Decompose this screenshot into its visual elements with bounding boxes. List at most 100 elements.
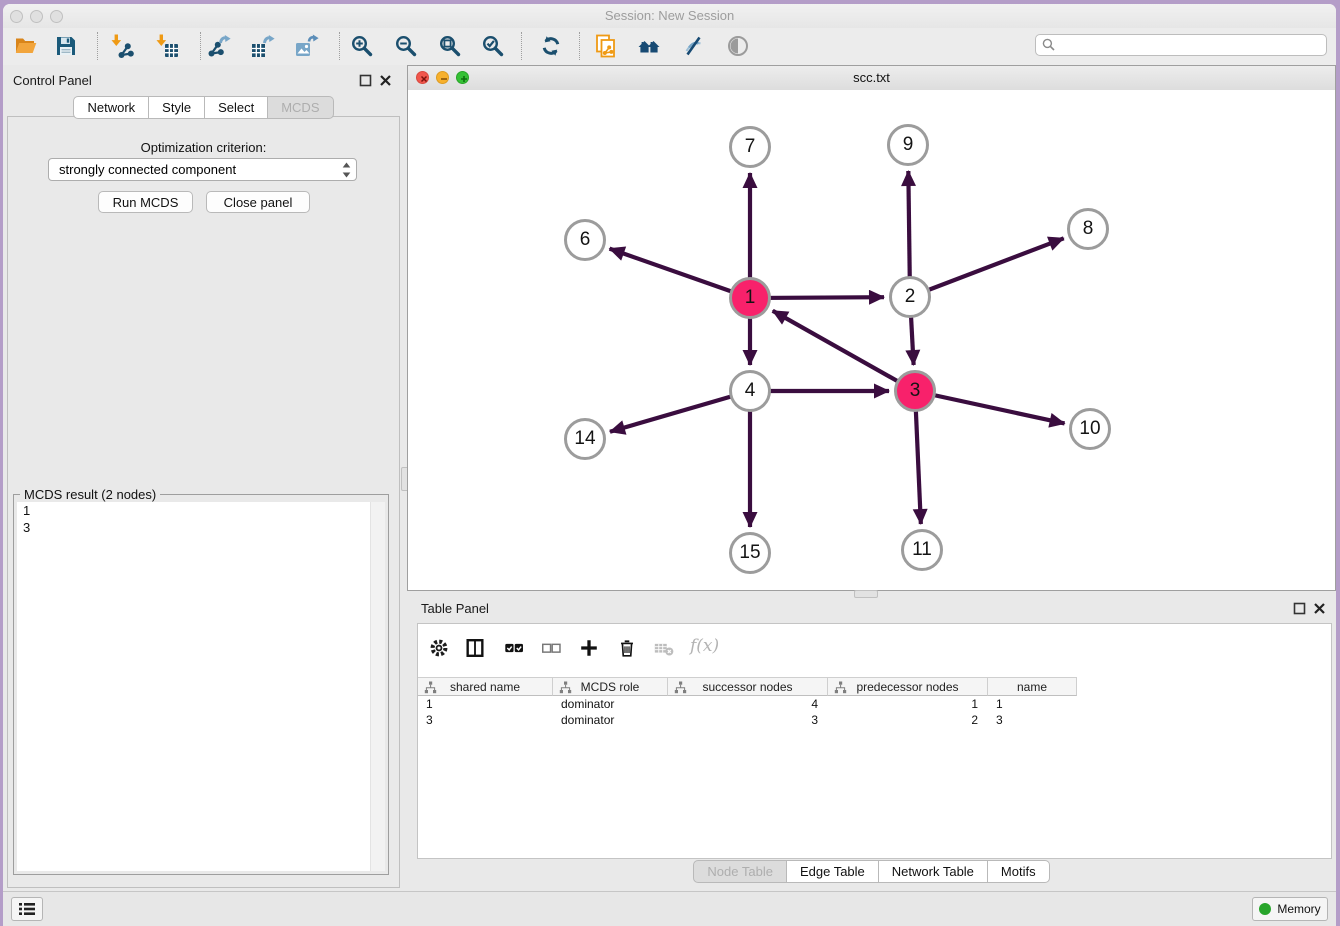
graph-node-3[interactable]: 3 — [894, 370, 936, 412]
search-icon — [1042, 38, 1055, 51]
search-input[interactable] — [1060, 36, 1322, 54]
columns-icon — [464, 637, 486, 659]
main-area: Control Panel NetworkStyleSelectMCDS Opt… — [3, 65, 1336, 892]
export-table-button[interactable] — [250, 33, 276, 59]
hide-details-button[interactable] — [680, 33, 706, 59]
memory-label: Memory — [1277, 902, 1320, 916]
table-cell[interactable]: 3 — [988, 712, 1077, 728]
app-window: Session: New Session — [3, 4, 1336, 926]
column-header-shared-name[interactable]: shared name — [418, 677, 553, 696]
deselect-all-icon — [540, 637, 562, 659]
save-session-button[interactable] — [53, 33, 79, 59]
table-cell[interactable]: dominator — [553, 696, 668, 712]
float-panel-icon[interactable] — [359, 74, 372, 87]
import-table-button[interactable] — [154, 33, 180, 59]
table-cell[interactable]: dominator — [553, 712, 668, 728]
clone-network-button[interactable] — [593, 33, 619, 59]
column-header-predecessor-nodes[interactable]: predecessor nodes — [828, 677, 988, 696]
table-cell[interactable]: 1 — [988, 696, 1077, 712]
delete-table-icon — [653, 637, 675, 659]
control-panel-title: Control Panel — [13, 73, 92, 88]
result-scrollbar[interactable] — [370, 502, 385, 871]
column-header-successor-nodes[interactable]: successor nodes — [668, 677, 828, 696]
graph-node-6[interactable]: 6 — [564, 219, 606, 261]
table-cell[interactable]: 4 — [668, 696, 828, 712]
main-toolbar — [3, 28, 1336, 66]
status-bar: Memory — [3, 891, 1336, 926]
run-mcds-button[interactable]: Run MCDS — [98, 191, 193, 213]
graph-node-10[interactable]: 10 — [1069, 408, 1111, 450]
show-column-button[interactable] — [462, 635, 488, 661]
home-button[interactable] — [636, 33, 662, 59]
graph-node-2[interactable]: 2 — [889, 276, 931, 318]
zoom-fit-button[interactable] — [437, 33, 463, 59]
table-cell[interactable]: 1 — [418, 696, 553, 712]
zoom-out-button[interactable] — [393, 33, 419, 59]
graph-edge-2-8[interactable] — [910, 238, 1064, 297]
horizontal-splitter-handle[interactable] — [854, 590, 878, 598]
mcds-result-line: 1 — [17, 502, 385, 519]
criterion-dropdown-value: strongly connected component — [59, 162, 236, 177]
column-header-name[interactable]: name — [988, 677, 1077, 696]
tab-node-table[interactable]: Node Table — [693, 860, 787, 883]
graph-edge-3-10[interactable] — [915, 391, 1065, 423]
search-field[interactable] — [1035, 34, 1327, 56]
add-row-button[interactable] — [576, 635, 602, 661]
graph-edge-1-6[interactable] — [610, 249, 750, 298]
graph-node-1[interactable]: 1 — [729, 277, 771, 319]
graph-node-9[interactable]: 9 — [887, 124, 929, 166]
tab-network[interactable]: Network — [73, 96, 149, 119]
import-network-button[interactable] — [109, 33, 135, 59]
task-history-button[interactable] — [11, 897, 43, 921]
control-panel-tabs: NetworkStyleSelectMCDS — [3, 96, 404, 119]
table-settings-button[interactable] — [426, 635, 452, 661]
table-row[interactable]: 3dominator323 — [418, 712, 1331, 728]
float-panel-icon[interactable] — [1293, 602, 1306, 615]
mcds-result-list[interactable]: 13 — [17, 502, 385, 871]
close-panel-button[interactable]: Close panel — [206, 191, 310, 213]
table-cell[interactable]: 3 — [668, 712, 828, 728]
zoom-in-button[interactable] — [349, 33, 375, 59]
graph-node-15[interactable]: 15 — [729, 532, 771, 574]
graph-node-4[interactable]: 4 — [729, 370, 771, 412]
tab-mcds[interactable]: MCDS — [268, 96, 333, 119]
close-panel-icon[interactable] — [379, 74, 392, 87]
tab-edge-table[interactable]: Edge Table — [787, 860, 879, 883]
memory-button[interactable]: Memory — [1252, 897, 1328, 921]
graph-node-8[interactable]: 8 — [1067, 208, 1109, 250]
deselect-all-button[interactable] — [538, 635, 564, 661]
toolbar-separator — [521, 32, 522, 60]
dropdown-stepper-icon — [342, 162, 351, 178]
column-header-icon — [559, 681, 572, 694]
tab-select[interactable]: Select — [205, 96, 268, 119]
graph-node-14[interactable]: 14 — [564, 418, 606, 460]
close-panel-icon[interactable] — [1313, 602, 1326, 615]
zoom-selected-button[interactable] — [480, 33, 506, 59]
delete-row-button[interactable] — [614, 635, 640, 661]
mcds-result-title: MCDS result (2 nodes) — [20, 487, 160, 502]
level-of-detail-button[interactable] — [725, 33, 751, 59]
table-body: 1dominator4113dominator323 — [418, 696, 1331, 728]
select-all-button[interactable] — [501, 635, 527, 661]
refresh-layout-button[interactable] — [538, 33, 564, 59]
tab-motifs[interactable]: Motifs — [988, 860, 1050, 883]
export-network-button[interactable] — [206, 33, 232, 59]
column-header-icon — [674, 681, 687, 694]
table-cell[interactable]: 1 — [828, 696, 988, 712]
table-row[interactable]: 1dominator411 — [418, 696, 1331, 712]
graph-edge-3-1[interactable] — [773, 311, 915, 391]
table-cell[interactable]: 3 — [418, 712, 553, 728]
graph-edges-svg — [408, 90, 1335, 590]
network-canvas[interactable]: 7 9 6 8 1 2 4 3 14 10 15 11 — [408, 90, 1335, 590]
graph-node-11[interactable]: 11 — [901, 529, 943, 571]
criterion-dropdown[interactable]: strongly connected component — [48, 158, 357, 181]
refresh-icon — [539, 34, 563, 58]
tab-style[interactable]: Style — [149, 96, 205, 119]
tab-network-table[interactable]: Network Table — [879, 860, 988, 883]
export-image-button[interactable] — [294, 33, 320, 59]
eye-icon — [726, 34, 750, 58]
table-cell[interactable]: 2 — [828, 712, 988, 728]
column-header-MCDS-role[interactable]: MCDS role — [553, 677, 668, 696]
open-session-button[interactable] — [13, 33, 39, 59]
graph-node-7[interactable]: 7 — [729, 126, 771, 168]
